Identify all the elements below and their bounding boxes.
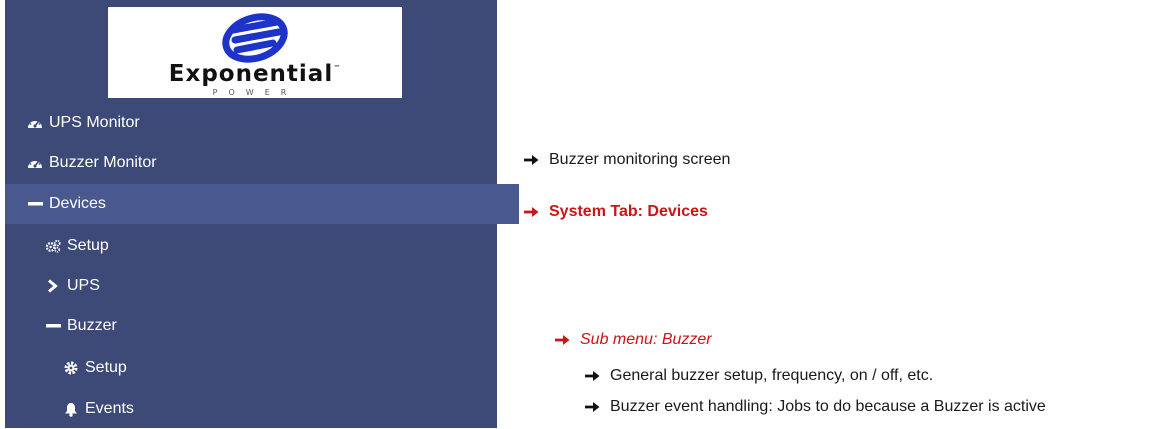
- gears-icon: [45, 238, 61, 254]
- arrow-right-icon: [524, 154, 539, 166]
- sidebar-item-label: Setup: [85, 359, 127, 376]
- logo-subtitle: POWER: [212, 88, 298, 97]
- logo-wordmark: Exponential™: [168, 61, 342, 87]
- sidebar-item-label: Devices: [49, 195, 106, 212]
- arrow-right-icon: [555, 334, 570, 346]
- logo-mark-icon: [222, 13, 288, 63]
- dashboard-icon: [27, 115, 43, 131]
- logo: Exponential™ POWER: [108, 7, 402, 98]
- arrow-right-icon: [524, 206, 539, 218]
- sidebar-item-label: Setup: [67, 237, 109, 254]
- sidebar-item-buzzer[interactable]: Buzzer: [5, 306, 537, 346]
- sidebar-item-devices[interactable]: Devices: [5, 184, 519, 224]
- minus-icon: [45, 318, 61, 334]
- sidebar-item-buzzer-monitor[interactable]: Buzzer Monitor: [5, 143, 519, 183]
- sidebar-item-label: Buzzer Monitor: [49, 154, 157, 171]
- sidebar-item-ups-monitor[interactable]: UPS Monitor: [5, 103, 519, 143]
- arrow-right-icon: [585, 370, 600, 382]
- bell-icon: [63, 401, 79, 417]
- sidebar-item-label: Buzzer: [67, 317, 117, 334]
- note-sub-menu: Sub menu: Buzzer: [555, 331, 712, 349]
- minus-icon: [27, 196, 43, 212]
- gear-icon: [63, 360, 79, 376]
- note-general-setup: General buzzer setup, frequency, on / of…: [585, 367, 933, 385]
- chevron-right-icon: [45, 278, 61, 294]
- sidebar-item-label: UPS: [67, 277, 100, 294]
- sidebar-item-setup[interactable]: Setup: [5, 226, 537, 266]
- dashboard-icon: [27, 155, 43, 171]
- note-event-handling: Buzzer event handling: Jobs to do becaus…: [585, 398, 1046, 416]
- note-system-tab: System Tab: Devices: [524, 203, 708, 221]
- sidebar-item-ups[interactable]: UPS: [5, 266, 537, 306]
- arrow-right-icon: [585, 401, 600, 413]
- sidebar-item-label: UPS Monitor: [49, 114, 140, 131]
- sidebar-item-buzzer-events[interactable]: Events: [5, 389, 555, 429]
- sidebar: Exponential™ POWER UPS Monitor Buzzer Mo…: [5, 0, 519, 428]
- sidebar-item-buzzer-setup[interactable]: Setup: [5, 348, 555, 388]
- sidebar-item-label: Events: [85, 400, 134, 417]
- note-buzzer-monitor: Buzzer monitoring screen: [524, 151, 730, 169]
